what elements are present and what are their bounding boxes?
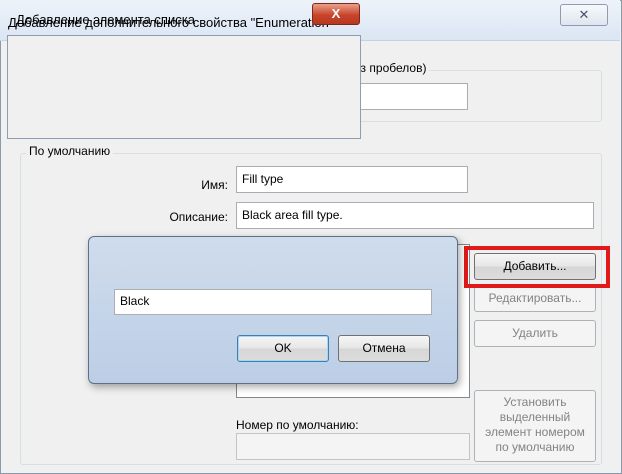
name-field[interactable]: Fill type xyxy=(236,166,468,193)
default-group-legend: По умолчанию xyxy=(26,144,114,158)
item-name-input[interactable]: Black xyxy=(114,289,432,315)
dialog-close-button[interactable]: ✕ xyxy=(560,4,608,26)
set-default-line-2: выделенный xyxy=(499,410,571,424)
set-default-button[interactable]: Установить выделенный элемент номером по… xyxy=(474,390,596,462)
set-default-line-4: по умолчанию xyxy=(495,440,575,454)
set-default-line-1: Установить xyxy=(503,395,567,409)
set-default-line-3: элемент номером xyxy=(485,425,585,439)
close-icon: X xyxy=(331,6,341,21)
popup-close-button[interactable]: X xyxy=(312,3,360,25)
ok-button[interactable]: OK xyxy=(237,335,329,362)
add-button-highlight xyxy=(464,246,610,288)
name-label: Имя: xyxy=(201,178,228,192)
delete-button[interactable]: Удалить xyxy=(474,320,596,347)
description-label: Описание: xyxy=(169,210,228,224)
default-number-label: Номер по умолчанию: xyxy=(236,418,359,432)
edit-button[interactable]: Редактировать... xyxy=(474,285,596,312)
popup-body xyxy=(7,35,361,139)
cancel-button[interactable]: Отмена xyxy=(338,335,430,362)
close-icon: ✕ xyxy=(578,7,590,22)
popup-title: Добавление элемента списка xyxy=(16,12,195,27)
default-number-field[interactable] xyxy=(236,433,470,460)
description-field[interactable]: Black area fill type. xyxy=(236,202,594,229)
